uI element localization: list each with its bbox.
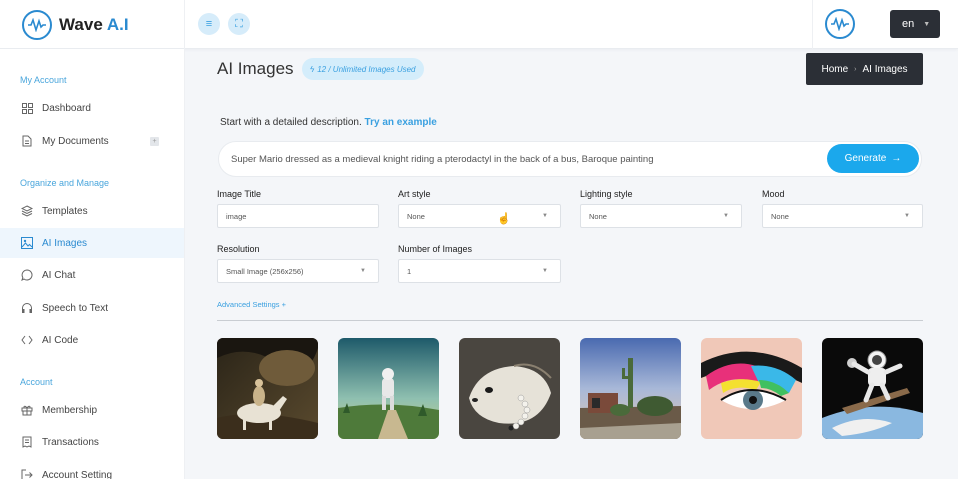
document-icon — [20, 134, 34, 148]
art-style-label: Art style — [398, 189, 431, 199]
generated-image-thumbnail[interactable] — [822, 338, 923, 439]
headphones-icon — [20, 301, 34, 315]
generated-image-thumbnail[interactable] — [338, 338, 439, 439]
menu-toggle-button[interactable]: ≡ — [198, 13, 220, 35]
caret-down-icon: ▼ — [723, 213, 729, 219]
advanced-settings-link[interactable]: Advanced Settings + — [217, 300, 286, 309]
sidebar-item-transactions[interactable]: Transactions — [0, 427, 184, 457]
caret-down-icon: ▼ — [360, 268, 366, 274]
sidebar-item-ai-images[interactable]: AI Images — [0, 228, 184, 258]
page-title: AI Images — [217, 59, 294, 78]
sidebar-item-ai-chat[interactable]: AI Chat — [0, 260, 184, 290]
generated-image-thumbnail[interactable] — [580, 338, 681, 439]
generated-image-thumbnail[interactable] — [217, 338, 318, 439]
number-of-images-select[interactable]: 1 ▼ — [398, 259, 561, 283]
breadcrumb: Home › AI Images — [806, 53, 923, 85]
fullscreen-icon: ⛶ — [235, 17, 243, 30]
app-name: Wave A.I — [59, 14, 129, 34]
mood-select[interactable]: None ▼ — [762, 204, 923, 228]
sidebar-item-templates[interactable]: Templates — [0, 196, 184, 226]
mouse-cursor-icon: ☝ — [497, 213, 511, 225]
layers-icon — [20, 204, 34, 218]
sidebar-item-my-documents[interactable]: My Documents + — [0, 126, 184, 156]
prompt-input[interactable]: Super Mario dressed as a medieval knight… — [218, 141, 922, 177]
usage-badge: ϟ 12 / Unlimited Images Used — [302, 58, 424, 80]
chat-icon — [20, 268, 34, 282]
wave-logo-icon — [22, 9, 52, 40]
sidebar-item-membership[interactable]: Membership — [0, 395, 184, 425]
expand-plus-icon[interactable]: + — [150, 136, 159, 146]
hamburger-icon: ≡ — [205, 18, 213, 30]
caret-down-icon: ▼ — [923, 20, 931, 28]
language-select[interactable]: en ▼ — [890, 10, 940, 38]
wave-avatar-icon — [831, 17, 849, 31]
sidebar-section-organize: Organize and Manage — [20, 178, 110, 188]
sidebar-item-speech-to-text[interactable]: Speech to Text — [0, 293, 184, 323]
divider — [217, 320, 923, 321]
logo[interactable]: Wave A.I — [0, 0, 185, 49]
bolt-icon: ϟ — [310, 64, 315, 74]
sidebar-section-account: Account — [20, 377, 53, 387]
image-title-label: Image Title — [217, 189, 262, 199]
fullscreen-button[interactable]: ⛶ — [228, 13, 250, 35]
image-title-input[interactable]: image — [217, 204, 379, 228]
code-icon — [20, 333, 34, 347]
generated-image-thumbnail[interactable] — [459, 338, 560, 439]
number-of-images-label: Number of Images — [398, 244, 473, 254]
sidebar-item-dashboard[interactable]: Dashboard — [0, 93, 184, 123]
image-icon — [20, 236, 34, 250]
caret-down-icon: ▼ — [542, 213, 548, 219]
resolution-select[interactable]: Small Image (256x256) ▼ — [217, 259, 379, 283]
top-bar: Wave A.I ≡ ⛶ en ▼ — [0, 0, 958, 49]
mood-label: Mood — [762, 189, 785, 199]
lighting-style-select[interactable]: None ▼ — [580, 204, 742, 228]
lighting-style-label: Lighting style — [580, 189, 633, 199]
sidebar-item-ai-code[interactable]: AI Code — [0, 325, 184, 355]
gift-icon — [20, 403, 34, 417]
breadcrumb-home[interactable]: Home — [821, 64, 848, 75]
generated-image-thumbnail[interactable] — [701, 338, 802, 439]
caret-down-icon: ▼ — [542, 268, 548, 274]
arrow-right-icon: → — [891, 153, 902, 164]
user-avatar[interactable] — [825, 9, 855, 39]
sidebar-section-my-account: My Account — [20, 75, 67, 85]
logout-icon — [20, 468, 34, 479]
chevron-right-icon: › — [854, 65, 857, 73]
caret-down-icon: ▼ — [904, 213, 910, 219]
art-style-select[interactable]: None ▼ — [398, 204, 561, 228]
breadcrumb-current: AI Images — [862, 63, 908, 75]
grid-icon — [20, 101, 34, 115]
sidebar-item-account-setting[interactable]: Account Setting — [0, 460, 184, 479]
receipt-icon — [20, 435, 34, 449]
generate-button[interactable]: Generate → — [827, 144, 919, 173]
try-example-link[interactable]: Try an example — [365, 117, 437, 128]
sidebar: My Account Dashboard My Documents + Orga… — [0, 49, 185, 479]
resolution-label: Resolution — [217, 244, 260, 254]
prompt-label: Start with a detailed description. Try a… — [220, 117, 437, 128]
